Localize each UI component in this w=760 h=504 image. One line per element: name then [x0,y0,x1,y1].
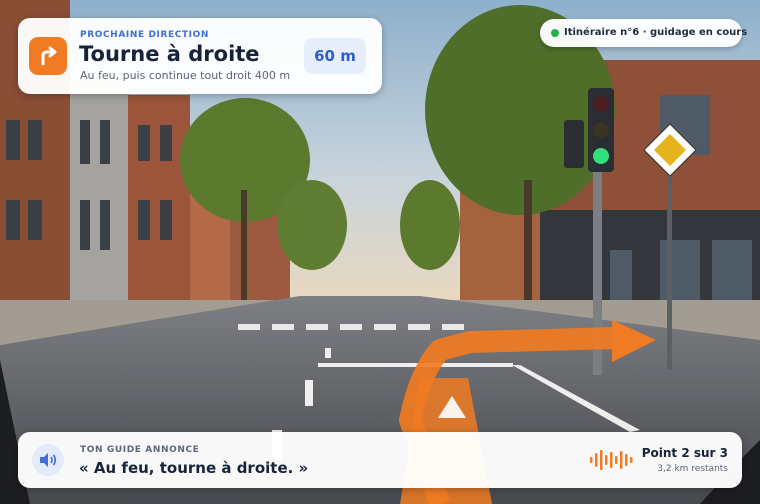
remaining-distance: 3,2 km restants [657,464,728,474]
status-indicator-dot [551,29,559,37]
voice-guidance-bar: TON GUIDE ANNONCE « Au feu, tourne à dro… [18,432,742,488]
route-status-pill: Itinéraire n°6 · guidage en cours [540,19,747,47]
speaker-icon [40,453,57,467]
route-progress-title: Point 2 sur 3 [641,446,728,460]
voice-announcement: « Au feu, tourne à droite. » [79,459,309,477]
next-direction-card: PROCHAINE DIRECTION Tourne à droite Au f… [18,18,382,94]
instruction-subtitle: Au feu, puis continue tout droit 400 m [80,69,291,82]
turn-right-arrow-icon [29,37,67,75]
voice-guide-label: TON GUIDE ANNONCE [80,445,200,455]
instruction-title: Tourne à droite [79,42,260,66]
route-status-text: Itinéraire n°6 · guidage en cours [564,27,748,38]
next-direction-label: PROCHAINE DIRECTION [80,30,210,40]
distance-badge: 60 m [304,38,366,74]
speaker-button[interactable] [32,444,64,476]
audio-waveform-icon [590,450,633,470]
